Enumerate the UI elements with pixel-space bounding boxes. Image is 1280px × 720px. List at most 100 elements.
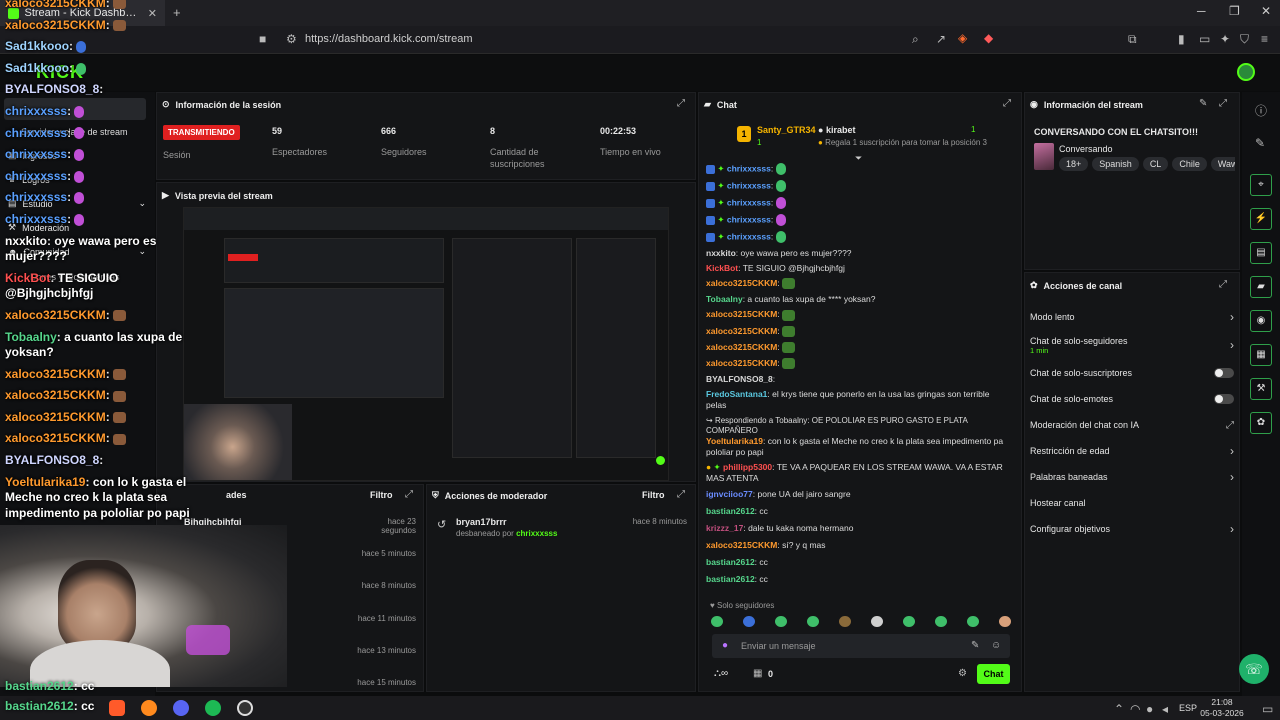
chat-message[interactable]: Yoeltularika19: con lo k gasta el Meche … xyxy=(706,436,1012,458)
chat-username[interactable]: xaloco3215CKKM xyxy=(706,326,777,336)
chat-username[interactable]: bastian2612 xyxy=(706,506,755,516)
chat-username[interactable]: Tobaalny xyxy=(706,294,743,304)
chat-username[interactable]: chrixxxsss xyxy=(727,163,771,173)
chat-username[interactable]: Yoeltularika19 xyxy=(706,436,763,446)
emoji-icon[interactable]: ☺ xyxy=(991,640,1001,651)
user-avatar[interactable] xyxy=(1237,63,1255,81)
emote-button[interactable] xyxy=(775,616,787,627)
chat-message[interactable]: ✦ chrixxxsss: xyxy=(706,163,1012,175)
bookmark-icon[interactable]: ■ xyxy=(259,32,266,46)
chat-username[interactable]: xaloco3215CKKM xyxy=(706,358,777,368)
send-chat-button[interactable]: Chat xyxy=(977,664,1010,684)
chat-message[interactable]: ✦ chrixxxsss: xyxy=(706,214,1012,226)
chat-username[interactable]: ignvciioo77 xyxy=(706,489,753,499)
site-settings-icon[interactable]: ⚙ xyxy=(286,32,297,46)
broadcast-icon[interactable]: ◉ xyxy=(1250,310,1272,332)
brave-taskbar-icon[interactable] xyxy=(109,700,125,716)
quick-chat-button[interactable]: ☏ xyxy=(1239,654,1269,684)
rewards-icon[interactable]: ◆ xyxy=(984,31,993,45)
minimize-icon[interactable]: ─ xyxy=(1197,4,1206,18)
chat-message[interactable]: ✦ chrixxxsss: xyxy=(706,180,1012,192)
doc-icon[interactable]: ▤ xyxy=(1250,242,1272,264)
chat-message[interactable]: bastian2612: cc xyxy=(706,557,1012,568)
camera-icon[interactable]: ⌖ xyxy=(1250,174,1272,196)
volume-icon[interactable]: ◂ xyxy=(1162,702,1168,716)
firefox-taskbar-icon[interactable] xyxy=(141,700,157,716)
discord-taskbar-icon[interactable] xyxy=(173,700,189,716)
toggle-switch[interactable] xyxy=(1214,368,1234,378)
chat-message[interactable]: xaloco3215CKKM: xyxy=(706,278,1012,290)
mic-icon[interactable]: ● xyxy=(722,640,728,651)
menu-icon[interactable]: ≡ xyxy=(1261,32,1268,46)
gift-box-icon[interactable]: ▦ xyxy=(753,668,762,679)
chat-message[interactable]: ✦ chrixxxsss: xyxy=(706,231,1012,243)
activity-filter[interactable]: Filtro xyxy=(370,490,393,500)
popout-icon[interactable]: ⤢ xyxy=(1219,279,1227,290)
leo-icon[interactable]: ✦ xyxy=(1220,32,1230,46)
channel-action-item[interactable]: Palabras baneadas › xyxy=(1030,464,1234,490)
clock[interactable]: 21:08 05-03-2026 xyxy=(1200,697,1244,719)
share-icon[interactable]: ↗ xyxy=(936,32,946,46)
chat-message[interactable]: bastian2612: cc xyxy=(706,506,1012,517)
emote-button[interactable] xyxy=(871,616,883,627)
chat-username[interactable]: chrixxxsss xyxy=(727,180,771,190)
channel-action-item[interactable]: Chat de solo-emotes xyxy=(1030,386,1234,412)
channel-action-item[interactable]: Restricción de edad › xyxy=(1030,438,1234,464)
emote-button[interactable] xyxy=(903,616,915,627)
popout-icon[interactable]: ⤢ xyxy=(677,98,685,109)
mod-filter[interactable]: Filtro xyxy=(642,490,665,500)
chat-username[interactable]: xaloco3215CKKM xyxy=(706,342,777,352)
popout-icon[interactable]: ⤢ xyxy=(677,489,685,500)
emote-button[interactable] xyxy=(935,616,947,627)
wallet-icon[interactable]: ▭ xyxy=(1199,32,1210,46)
channel-action-item[interactable]: Chat de solo-suscriptores xyxy=(1030,360,1234,386)
chat-username[interactable]: bastian2612 xyxy=(706,574,755,584)
chat-message[interactable]: xaloco3215CKKM: xyxy=(706,358,1012,370)
bolt-icon[interactable]: ⚡ xyxy=(1250,208,1272,230)
chat-username[interactable]: bastian2612 xyxy=(706,557,755,567)
extensions-icon[interactable]: ⧉ xyxy=(1128,32,1137,47)
emote-button[interactable] xyxy=(967,616,979,627)
chat-message[interactable]: ✦ chrixxxsss: xyxy=(706,197,1012,209)
chat-username[interactable]: BYALFONSO8_8 xyxy=(706,374,773,384)
emote-button[interactable] xyxy=(839,616,851,627)
chat-username[interactable]: KickBot xyxy=(706,263,738,273)
emote-button[interactable] xyxy=(743,616,755,627)
stream-preview-video[interactable] xyxy=(183,207,669,481)
language-indicator[interactable]: ESP xyxy=(1179,703,1197,713)
chat-message[interactable]: KickBot: TE SIGUIO @Bjhgjhcbjhfgj xyxy=(706,263,1012,274)
emote-button[interactable] xyxy=(711,616,723,627)
chat-username[interactable]: xaloco3215CKKM xyxy=(706,309,777,319)
maximize-icon[interactable]: ❐ xyxy=(1229,4,1240,18)
emote-button[interactable] xyxy=(807,616,819,627)
chat-message[interactable]: nxxkito: oye wawa pero es mujer???? xyxy=(706,248,1012,259)
chat-username[interactable]: chrixxxsss xyxy=(727,197,771,207)
popout-icon[interactable]: ⤢ xyxy=(1003,98,1011,109)
chat-username[interactable]: nxxkito xyxy=(706,248,736,258)
chat-username[interactable]: krizzz_17 xyxy=(706,523,743,533)
chat-username[interactable]: FredoSantana1 xyxy=(706,389,767,399)
edit-icon[interactable]: ✎ xyxy=(1199,98,1207,109)
channel-action-item[interactable]: Chat de solo-seguidores 1 min › xyxy=(1030,330,1234,360)
chat-username[interactable]: chrixxxsss xyxy=(727,231,771,241)
chat-message[interactable]: BYALFONSO8_8: xyxy=(706,374,1012,385)
popout-icon[interactable]: ⤢ xyxy=(405,489,413,500)
chat-username[interactable]: xaloco3215CKKM xyxy=(706,278,777,288)
chat-username[interactable]: chrixxxsss xyxy=(727,214,771,224)
channel-action-item[interactable]: Modo lento › xyxy=(1030,304,1234,330)
chat-message[interactable]: krizzz_17: dale tu kaka noma hermano xyxy=(706,523,1012,534)
vpn-icon[interactable]: ⛉ xyxy=(1240,32,1249,47)
chat-message[interactable]: ● ✦ phillipp5300: TE VA A PAQUEAR EN LOS… xyxy=(706,462,1012,484)
info-rail-icon[interactable]: ⓘ xyxy=(1255,102,1267,119)
brave-shield-icon[interactable]: ◈ xyxy=(958,31,967,45)
obs-taskbar-icon[interactable] xyxy=(237,700,253,716)
emote-button[interactable] xyxy=(999,616,1011,627)
tools-icon[interactable]: ⚒ xyxy=(1250,378,1272,400)
sidebar-toggle-icon[interactable]: ▮ xyxy=(1178,32,1185,46)
chat-message[interactable]: FredoSantana1: el krys tiene que ponerlo… xyxy=(706,389,1012,411)
chat-username[interactable]: xaloco3215CKKM xyxy=(706,540,777,550)
zoom-icon[interactable]: ⌕ xyxy=(912,32,919,47)
tray-chevron-icon[interactable]: ⌃ xyxy=(1114,702,1124,716)
notifications-icon[interactable]: ▭ xyxy=(1262,702,1273,716)
chat-message[interactable]: xaloco3215CKKM: xyxy=(706,326,1012,337)
